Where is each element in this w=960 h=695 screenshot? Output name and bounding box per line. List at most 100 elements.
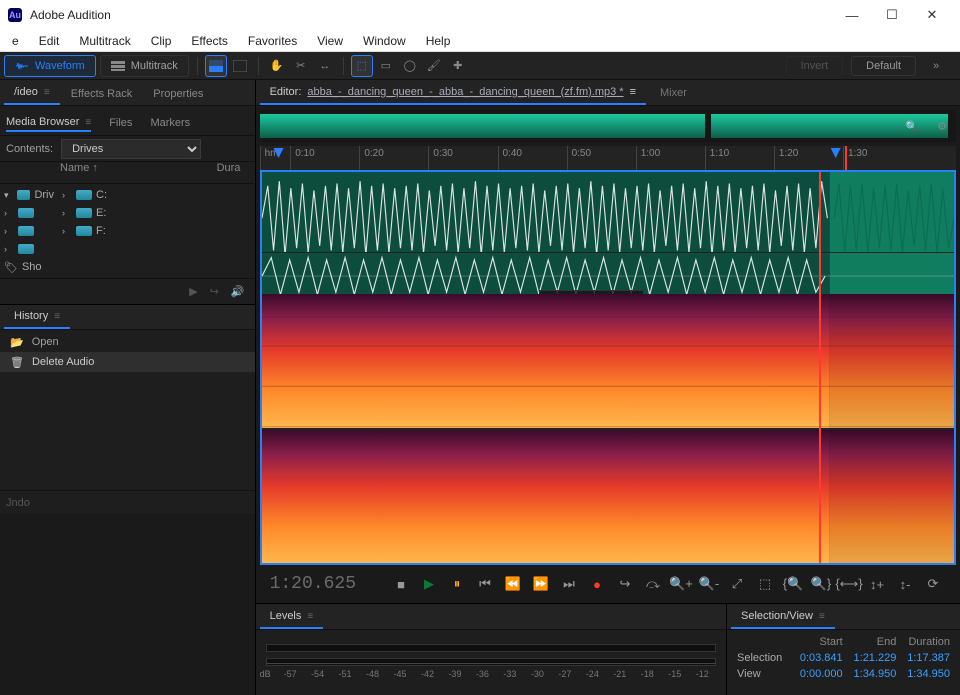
menu-window[interactable]: Window: [355, 32, 414, 50]
selection-duration[interactable]: 1:17.387: [898, 650, 952, 666]
zoom-out-button[interactable]: 🔍-: [696, 571, 722, 597]
col-name[interactable]: Name ↑: [60, 162, 217, 183]
waveform-right-channel[interactable]: dB R: [262, 252, 954, 294]
editor-body: dB -3 -∞ -3 L dB R: [260, 170, 956, 565]
forward-end-button[interactable]: ⏭: [556, 571, 582, 597]
cut-tool[interactable]: ✂: [290, 55, 312, 77]
minimize-button[interactable]: —: [832, 1, 872, 29]
mode-multitrack-button[interactable]: Multitrack: [100, 55, 189, 77]
tree-node[interactable]: ›: [0, 240, 58, 258]
tab-history[interactable]: History≡: [4, 305, 70, 329]
zoom-toggle-button[interactable]: {⟷}: [836, 571, 862, 597]
hand-tool[interactable]: ✋: [266, 55, 288, 77]
zoom-amplitude-in[interactable]: ↕+: [864, 571, 890, 597]
panel-menu-icon[interactable]: ≡: [44, 87, 50, 98]
view-start[interactable]: 0:00.000: [791, 666, 845, 682]
overview-waveform[interactable]: 🔍 ⚙: [260, 110, 956, 142]
play-preview-button[interactable]: ▶: [189, 285, 197, 298]
view-duration[interactable]: 1:34.950: [898, 666, 952, 682]
playhead[interactable]: [845, 146, 847, 170]
menu-help[interactable]: Help: [418, 32, 459, 50]
spectral-display-toggle[interactable]: [205, 55, 227, 77]
selection-end[interactable]: 1:21.229: [845, 650, 899, 666]
maximize-button[interactable]: ☐: [872, 1, 912, 29]
menu-effects[interactable]: Effects: [183, 32, 235, 50]
tab-markers[interactable]: Markers: [150, 117, 190, 129]
menu-favorites[interactable]: Favorites: [240, 32, 305, 50]
record-button[interactable]: ●: [584, 571, 610, 597]
menu-file[interactable]: e: [4, 32, 27, 50]
drive-e[interactable]: ›E:: [58, 204, 255, 222]
panel-menu-icon[interactable]: ≡: [630, 86, 636, 98]
tab-selection-view[interactable]: Selection/View≡: [731, 605, 835, 629]
timeline-ruler[interactable]: hm 0:10 0:20 0:30 0:40 0:50 1:00 1:10 1:…: [260, 146, 956, 170]
tab-mixer[interactable]: Mixer: [650, 82, 697, 104]
tab-video[interactable]: /ideo≡: [4, 81, 60, 105]
waveform-left-channel[interactable]: dB -3 -∞ -3 L: [262, 172, 954, 252]
tab-media-browser[interactable]: Media Browser≡: [6, 114, 91, 132]
view-end[interactable]: 1:34.950: [845, 666, 899, 682]
workspace-selector[interactable]: Default: [851, 56, 916, 76]
tab-levels[interactable]: Levels≡: [260, 605, 324, 629]
zoom-in-point-button[interactable]: {🔍: [780, 571, 806, 597]
zoom-out-point-button[interactable]: 🔍}: [808, 571, 834, 597]
spectrogram-right[interactable]: Hz 10k 8k 6k 4k 2k 1k: [262, 428, 954, 564]
slip-tool[interactable]: ↔: [314, 55, 336, 77]
loop-button[interactable]: ↪: [612, 571, 638, 597]
close-button[interactable]: ✕: [912, 1, 952, 29]
pitch-display-toggle[interactable]: [229, 55, 251, 77]
rewind-button[interactable]: ⏪: [500, 571, 526, 597]
marquee-tool[interactable]: ▭: [375, 55, 397, 77]
timecode-display[interactable]: 1:20.625: [270, 574, 356, 594]
loop-preview-button[interactable]: ↪: [210, 285, 219, 298]
mode-waveform-button[interactable]: Waveform: [4, 55, 96, 77]
zoom-reset-button[interactable]: ⟳: [920, 571, 946, 597]
brush-tool[interactable]: 🖌: [423, 55, 445, 77]
autoplay-button[interactable]: 🔊: [231, 285, 245, 298]
healing-tool[interactable]: ✚: [447, 55, 469, 77]
zoom-navigator-button[interactable]: 🔍: [901, 115, 923, 137]
tab-files[interactable]: Files: [109, 117, 132, 129]
selection-start[interactable]: 0:03.841: [791, 650, 845, 666]
lasso-tool[interactable]: ◯: [399, 55, 421, 77]
stop-button[interactable]: ■: [388, 571, 414, 597]
contents-dropdown[interactable]: Drives: [61, 139, 201, 159]
pause-button[interactable]: ⏸: [444, 571, 470, 597]
trash-icon: 🗑: [10, 356, 24, 369]
tab-effects-rack[interactable]: Effects Rack: [61, 83, 143, 105]
playhead-line[interactable]: [819, 172, 821, 563]
skip-selection-button[interactable]: ⤼: [640, 571, 666, 597]
rewind-start-button[interactable]: ⏮: [472, 571, 498, 597]
drive-f[interactable]: ›F:: [58, 222, 255, 240]
tab-editor[interactable]: Editor: abba_-_dancing_queen_-_abba_-_da…: [260, 81, 646, 105]
history-item-open[interactable]: 📂Open: [0, 332, 255, 352]
history-item-delete[interactable]: 🗑Delete Audio: [0, 352, 255, 372]
time-selection-tool[interactable]: ⬚: [351, 55, 373, 77]
overview-options-button[interactable]: ⚙: [931, 115, 953, 137]
multitrack-icon: [111, 61, 125, 71]
drive-c[interactable]: ›C:: [58, 186, 255, 204]
editor-tabs: Editor: abba_-_dancing_queen_-_abba_-_da…: [256, 80, 960, 106]
menu-clip[interactable]: Clip: [143, 32, 180, 50]
tree-node-drives[interactable]: ▾Driv: [0, 186, 58, 204]
menu-multitrack[interactable]: Multitrack: [71, 32, 138, 50]
workspace-more-icon[interactable]: »: [925, 55, 947, 77]
zoom-selection-button[interactable]: ⬚: [752, 571, 778, 597]
spectrogram-left[interactable]: Hz 10k 8k 6k 4k 2k 1k: [262, 294, 954, 428]
zoom-amplitude-out[interactable]: ↕-: [892, 571, 918, 597]
tree-node-shortcuts[interactable]: 🏷Sho: [0, 258, 58, 276]
zoom-in-button[interactable]: 🔍+: [668, 571, 694, 597]
zoom-full-button[interactable]: ⤢: [724, 571, 750, 597]
play-button[interactable]: ▶: [416, 571, 442, 597]
forward-button[interactable]: ⏩: [528, 571, 554, 597]
invert-button[interactable]: Invert: [786, 56, 844, 76]
headphones-icon[interactable]: 🎧: [956, 146, 960, 170]
menu-view[interactable]: View: [309, 32, 351, 50]
menu-edit[interactable]: Edit: [31, 32, 68, 50]
tab-properties[interactable]: Properties: [143, 83, 213, 105]
tree-node[interactable]: ›: [0, 204, 58, 222]
separator: [258, 57, 259, 75]
media-browser-panel: Media Browser≡ Files Markers Contents: D…: [0, 110, 255, 304]
tree-node[interactable]: ›: [0, 222, 58, 240]
col-duration[interactable]: Dura: [217, 162, 253, 183]
